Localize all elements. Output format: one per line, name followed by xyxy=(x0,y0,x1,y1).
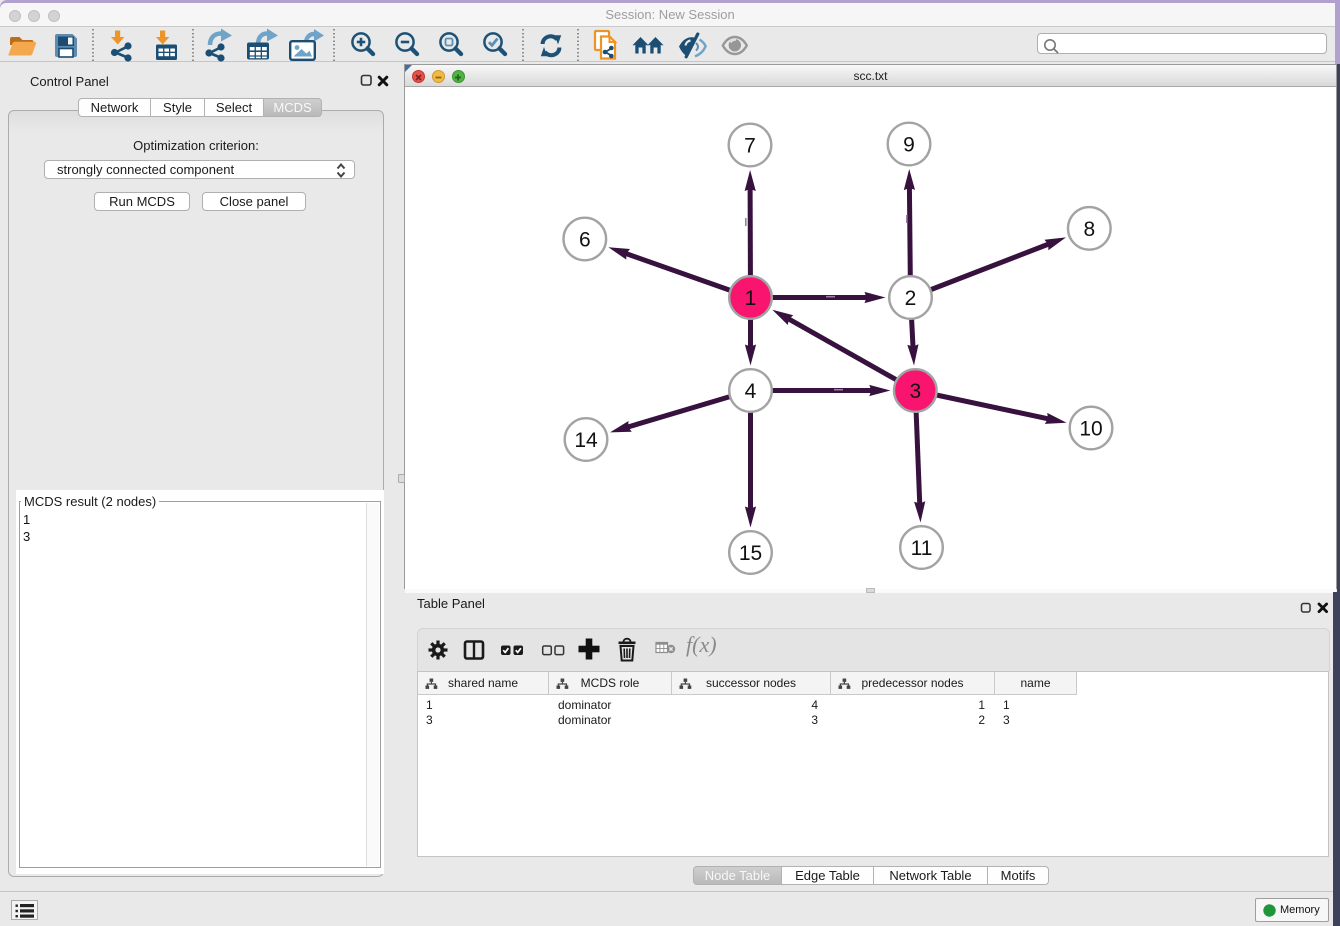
svg-text:9: 9 xyxy=(903,133,915,156)
svg-text:6: 6 xyxy=(579,228,591,251)
svg-text:1: 1 xyxy=(745,287,757,310)
svg-text:8: 8 xyxy=(1083,218,1095,241)
svg-text:7: 7 xyxy=(744,134,756,157)
svg-text:10: 10 xyxy=(1079,417,1102,440)
svg-text:14: 14 xyxy=(574,429,598,452)
svg-text:3: 3 xyxy=(909,380,921,403)
svg-text:15: 15 xyxy=(739,542,762,565)
svg-text:4: 4 xyxy=(745,380,757,403)
svg-text:11: 11 xyxy=(911,537,933,560)
svg-text:2: 2 xyxy=(905,287,917,310)
